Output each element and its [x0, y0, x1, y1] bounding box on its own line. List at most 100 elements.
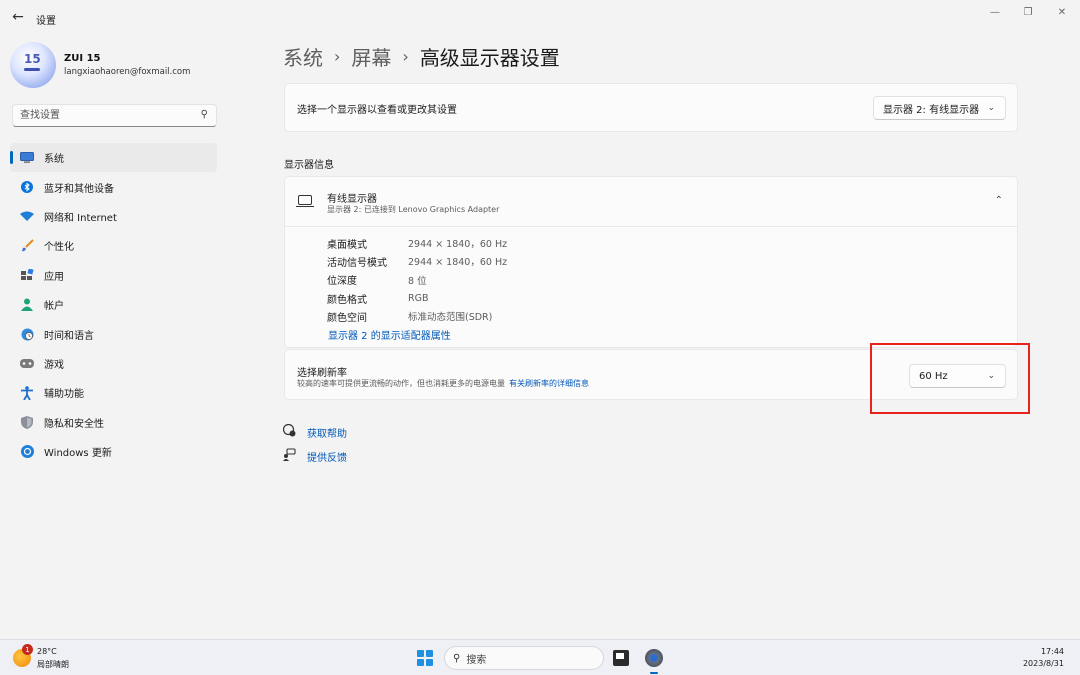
profile-name: ZUI 15 — [64, 53, 101, 64]
sidebar-item-network[interactable]: 网络和 Internet — [10, 202, 217, 231]
property-key: 颜色空间 — [327, 312, 367, 324]
monitor-icon — [20, 151, 34, 165]
property-key: 位深度 — [327, 276, 357, 288]
display-select-label: 选择一个显示器以查看或更改其设置 — [297, 105, 457, 116]
display-name: 有线显示器 — [327, 194, 377, 205]
account-icon — [20, 298, 34, 312]
shield-icon — [20, 415, 34, 429]
sidebar-nav: 系统 蓝牙和其他设备 网络和 Internet 个性化 应用 帐户 时间和语言 … — [10, 143, 217, 466]
close-icon[interactable]: ✕ — [1047, 4, 1077, 20]
display-connection: 显示器 2: 已连接到 Lenovo Graphics Adapter — [327, 205, 500, 214]
search-icon[interactable]: ⚲ — [201, 109, 208, 120]
taskbar-search[interactable]: ⚲ 搜索 — [444, 646, 604, 670]
property-row: 颜色格式 RGB — [327, 289, 507, 307]
profile-email: langxiaohaoren@foxmail.com — [64, 67, 191, 77]
title-bar: ← 设置 — ❐ ✕ — [0, 0, 1080, 36]
search-input[interactable] — [13, 105, 188, 126]
monitor-icon — [296, 195, 314, 208]
sidebar-item-bluetooth[interactable]: 蓝牙和其他设备 — [10, 172, 217, 201]
feedback-icon — [283, 448, 297, 464]
refresh-rate-description: 较高的速率可提供更流畅的动作，但也消耗更多的电源电量 有关刷新率的详细信息 — [297, 378, 589, 389]
feedback-link[interactable]: 提供反馈 — [307, 449, 347, 464]
page-title: 高级显示器设置 — [419, 45, 560, 70]
sidebar-item-system[interactable]: 系统 — [10, 143, 217, 173]
sidebar-item-gaming[interactable]: 游戏 — [10, 349, 217, 378]
sidebar-item-apps[interactable]: 应用 — [10, 261, 217, 290]
restore-icon[interactable]: ❐ — [1013, 4, 1043, 20]
sidebar-item-label: 时间和语言 — [44, 330, 94, 342]
sidebar-item-label: 系统 — [44, 154, 64, 166]
sidebar-item-windows-update[interactable]: Windows 更新 — [10, 437, 217, 466]
display-select-dropdown[interactable]: 显示器 2: 有线显示器 ⌄ — [873, 96, 1006, 120]
sidebar-item-label: 网络和 Internet — [44, 212, 117, 224]
wifi-icon — [20, 209, 34, 223]
breadcrumb-system[interactable]: 系统 — [283, 42, 323, 71]
adapter-properties-link[interactable]: 显示器 2 的显示适配器属性 — [328, 327, 451, 342]
notification-badge: 1 — [22, 644, 33, 655]
sidebar-item-privacy[interactable]: 隐私和安全性 — [10, 408, 217, 437]
property-value: 8 位 — [408, 275, 427, 287]
property-value: 2944 × 1840，60 Hz — [408, 239, 508, 251]
display-info-header[interactable]: 有线显示器 显示器 2: 已连接到 Lenovo Graphics Adapte… — [285, 177, 1017, 227]
settings-app-icon[interactable] — [645, 649, 663, 667]
sidebar-item-label: 帐户 — [44, 301, 64, 313]
active-app-indicator — [650, 672, 658, 674]
avatar: 15 — [10, 42, 56, 88]
breadcrumb: 系统 › 屏幕 › 高级显示器设置 — [283, 40, 560, 72]
clock-date[interactable]: 2023/8/31 — [1023, 659, 1064, 668]
settings-search[interactable]: ⚲ — [12, 104, 217, 127]
breadcrumb-separator-icon: › — [402, 46, 409, 66]
sidebar-item-personalization[interactable]: 个性化 — [10, 231, 217, 260]
highlight-box — [870, 343, 1030, 414]
chevron-up-icon[interactable]: ⌃ — [995, 195, 1003, 206]
clock-time[interactable]: 17:44 — [1041, 647, 1064, 656]
sidebar-item-label: 个性化 — [44, 242, 74, 254]
property-row: 活动信号模式 2944 × 1840，60 Hz — [327, 252, 507, 270]
sidebar-item-label: 游戏 — [44, 359, 64, 371]
task-view-icon[interactable] — [613, 650, 629, 666]
search-icon: ⚲ — [453, 652, 461, 664]
property-value: 标准动态范围(SDR) — [408, 312, 493, 324]
property-row: 位深度 8 位 — [327, 271, 507, 289]
windows-start-icon[interactable] — [417, 650, 433, 666]
feedback-row[interactable]: 提供反馈 — [283, 448, 347, 464]
section-title: 显示器信息 — [284, 160, 334, 171]
refresh-rate-info-link[interactable]: 有关刷新率的详细信息 — [509, 379, 589, 388]
get-help-link[interactable]: 获取帮助 — [307, 425, 347, 440]
property-key: 桌面模式 — [327, 239, 367, 251]
back-arrow-icon[interactable]: ← — [8, 7, 28, 27]
weather-description[interactable]: 局部晴朗 — [37, 659, 69, 670]
sidebar-item-label: 隐私和安全性 — [44, 418, 104, 430]
property-value: RGB — [408, 292, 429, 304]
breadcrumb-display[interactable]: 屏幕 — [351, 42, 391, 71]
get-help-row[interactable]: 获取帮助 — [282, 423, 347, 440]
property-row: 颜色空间 标准动态范围(SDR) — [327, 307, 507, 325]
display-select-card: 选择一个显示器以查看或更改其设置 显示器 2: 有线显示器 ⌄ — [284, 83, 1018, 132]
accessibility-icon — [20, 386, 34, 400]
sidebar-item-label: 蓝牙和其他设备 — [44, 183, 114, 195]
chevron-down-icon: ⌄ — [987, 103, 995, 113]
display-select-value: 显示器 2: 有线显示器 — [883, 104, 980, 116]
user-profile[interactable]: 15 ZUI 15 langxiaohaoren@foxmail.com — [10, 40, 220, 90]
sidebar-item-label: 辅助功能 — [44, 389, 84, 401]
brush-icon — [20, 239, 34, 253]
breadcrumb-separator-icon: › — [334, 46, 341, 66]
refresh-rate-title: 选择刷新率 — [297, 368, 347, 379]
minimize-icon[interactable]: — — [980, 4, 1010, 20]
apps-icon — [20, 268, 34, 282]
sidebar-item-label: Windows 更新 — [44, 448, 112, 460]
avatar-logo-icon — [24, 68, 40, 71]
update-icon — [20, 445, 34, 459]
globe-clock-icon — [20, 327, 34, 341]
weather-temperature[interactable]: 28°C — [37, 647, 57, 656]
sidebar-item-accounts[interactable]: 帐户 — [10, 290, 217, 319]
help-chat-icon — [282, 423, 297, 440]
property-row: 桌面模式 2944 × 1840，60 Hz — [327, 234, 507, 252]
sidebar-item-accessibility[interactable]: 辅助功能 — [10, 378, 217, 407]
property-value: 2944 × 1840，60 Hz — [408, 257, 508, 269]
sidebar-item-time-language[interactable]: 时间和语言 — [10, 319, 217, 348]
taskbar-search-label: 搜索 — [466, 654, 487, 666]
avatar-text: 15 — [24, 52, 41, 66]
property-key: 活动信号模式 — [327, 257, 387, 269]
taskbar: 1 28°C 局部晴朗 ⚲ 搜索 17:44 2023/8/31 — [0, 639, 1080, 675]
